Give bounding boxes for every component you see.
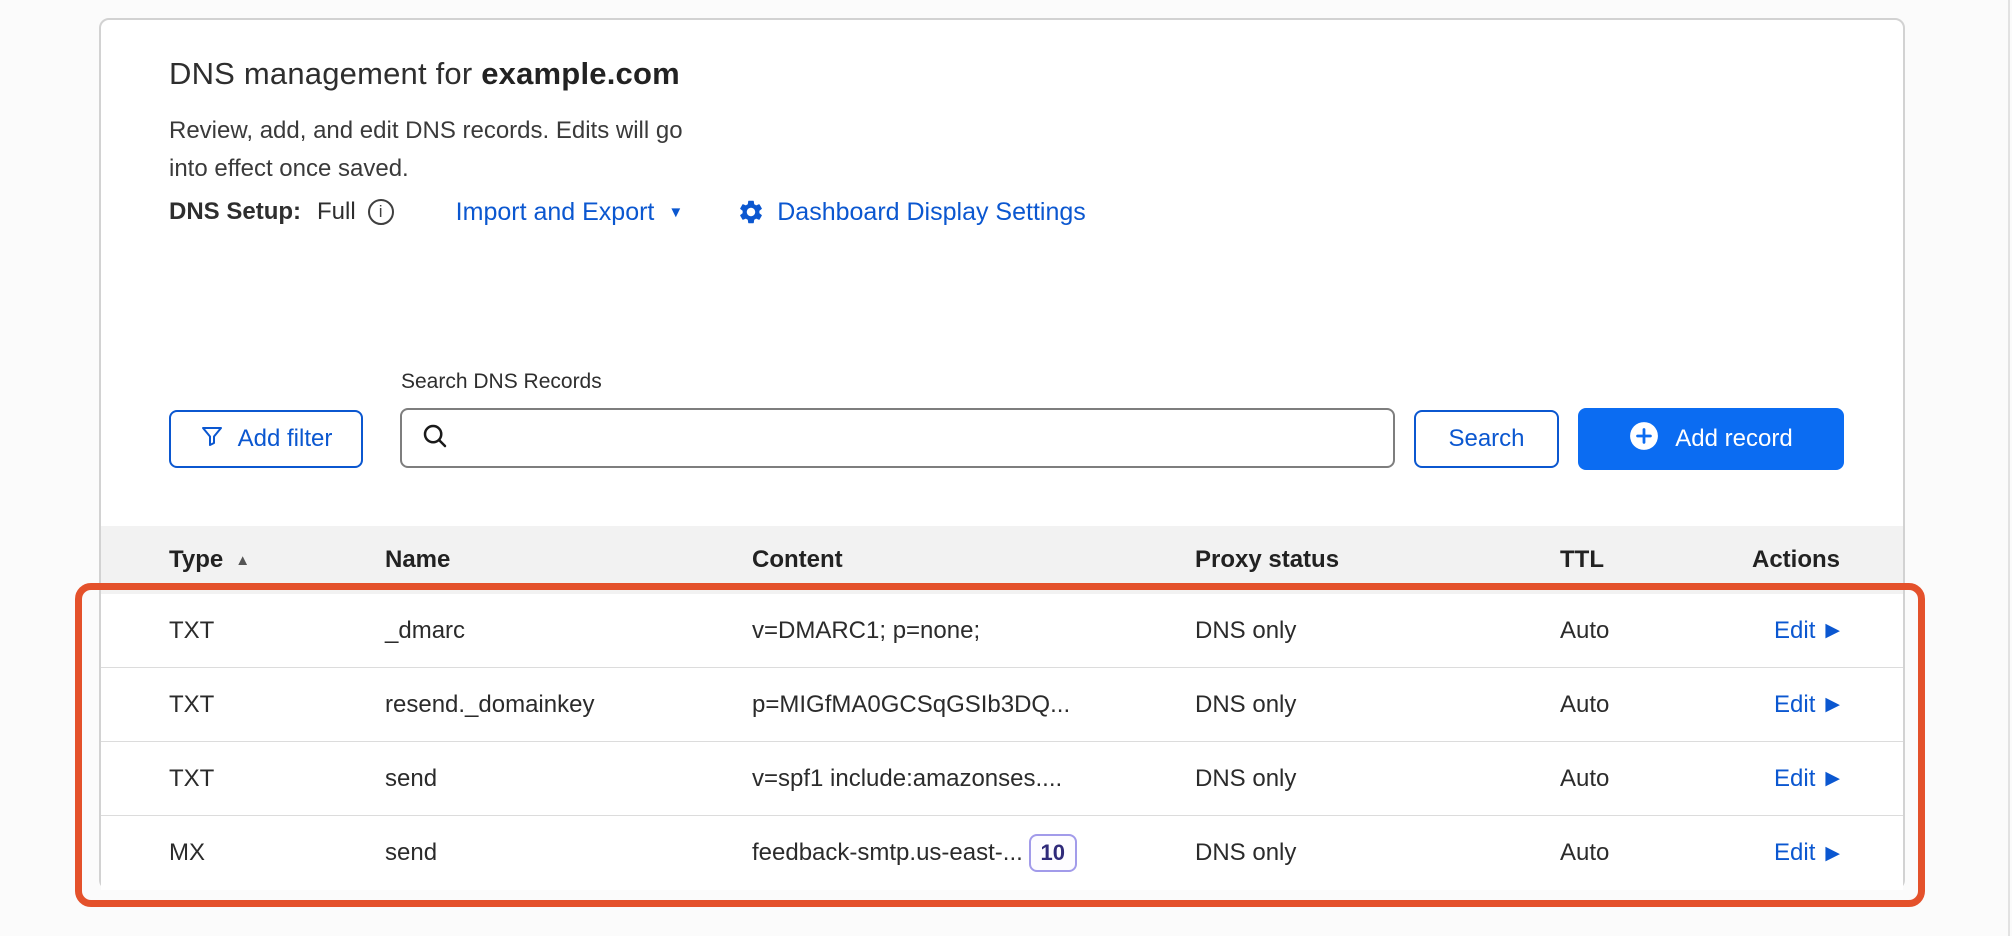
- edit-button[interactable]: Edit▶: [1774, 691, 1840, 719]
- toolbar: Add filter Search Add record: [101, 408, 1903, 472]
- dashboard-display-settings-link[interactable]: Dashboard Display Settings: [737, 198, 1086, 227]
- cell-type: TXT: [169, 617, 385, 645]
- import-export-link[interactable]: Import and Export ▼: [456, 198, 684, 227]
- cell-type: MX: [169, 839, 385, 867]
- add-record-button[interactable]: Add record: [1578, 408, 1844, 470]
- page-title-prefix: DNS management for: [169, 56, 481, 91]
- import-export-label: Import and Export: [456, 198, 655, 227]
- column-header-content[interactable]: Content: [752, 546, 1195, 574]
- edit-arrow-icon: ▶: [1825, 842, 1840, 865]
- cell-content: v=DMARC1; p=none;: [752, 617, 1195, 645]
- table-row-send-mx: MX send feedback-smtp.us-east-...10 DNS …: [101, 816, 1903, 890]
- dashboard-display-settings-label: Dashboard Display Settings: [777, 198, 1086, 227]
- plus-circle-icon: [1629, 421, 1659, 458]
- filter-funnel-icon: [200, 424, 224, 455]
- cell-type: TXT: [169, 691, 385, 719]
- cell-content: p=MIGfMA0GCSqGSIb3DQ...: [752, 691, 1195, 719]
- gear-icon: [737, 198, 765, 226]
- chevron-down-icon: ▼: [668, 204, 683, 221]
- table-row-domainkey: TXT resend._domainkey p=MIGfMA0GCSqGSIb3…: [101, 668, 1903, 742]
- cell-proxy-status: DNS only: [1195, 765, 1560, 793]
- cell-proxy-status: DNS only: [1195, 691, 1560, 719]
- add-filter-label: Add filter: [238, 425, 333, 453]
- page-subtitle: Review, add, and edit DNS records. Edits…: [169, 112, 699, 188]
- cell-content: feedback-smtp.us-east-...10: [752, 834, 1195, 872]
- column-header-ttl[interactable]: TTL: [1560, 546, 1735, 574]
- sort-asc-icon: ▲: [235, 552, 250, 569]
- info-icon[interactable]: i: [368, 199, 394, 225]
- column-header-actions: Actions: [1735, 546, 1840, 574]
- cell-ttl: Auto: [1560, 839, 1735, 867]
- edit-button[interactable]: Edit▶: [1774, 839, 1840, 867]
- search-icon: [420, 421, 450, 456]
- search-dns-records-label: Search DNS Records: [401, 370, 602, 394]
- search-input[interactable]: [462, 410, 1393, 466]
- edit-button[interactable]: Edit▶: [1774, 765, 1840, 793]
- table-body: TXT _dmarc v=DMARC1; p=none; DNS only Au…: [101, 594, 1903, 890]
- cell-content: v=spf1 include:amazonses....: [752, 765, 1195, 793]
- dns-setup-row: DNS Setup: Full i Import and Export ▼ Da…: [169, 192, 1086, 232]
- cell-name: send: [385, 839, 752, 867]
- cell-ttl: Auto: [1560, 765, 1735, 793]
- page-title: DNS management for example.com: [169, 56, 680, 92]
- domain-name: example.com: [481, 56, 680, 91]
- cell-proxy-status: DNS only: [1195, 839, 1560, 867]
- table-row-send-txt: TXT send v=spf1 include:amazonses.... DN…: [101, 742, 1903, 816]
- column-header-type[interactable]: Type▲: [169, 546, 385, 574]
- search-input-container: [400, 408, 1395, 468]
- dns-setup-value: Full: [317, 198, 356, 226]
- add-record-label: Add record: [1675, 425, 1792, 453]
- table-header: Type▲ Name Content Proxy status TTL Acti…: [101, 526, 1903, 594]
- search-button[interactable]: Search: [1414, 410, 1559, 468]
- mx-priority-badge: 10: [1029, 834, 1077, 872]
- dns-management-card: DNS management for example.com Review, a…: [99, 18, 1905, 890]
- add-filter-button[interactable]: Add filter: [169, 410, 363, 468]
- edit-arrow-icon: ▶: [1825, 619, 1840, 642]
- column-header-name[interactable]: Name: [385, 546, 752, 574]
- edit-arrow-icon: ▶: [1825, 767, 1840, 790]
- edit-button[interactable]: Edit▶: [1774, 617, 1840, 645]
- column-header-proxy-status[interactable]: Proxy status: [1195, 546, 1560, 574]
- dns-setup-label: DNS Setup:: [169, 198, 301, 226]
- table-row-dmarc: TXT _dmarc v=DMARC1; p=none; DNS only Au…: [101, 594, 1903, 668]
- cell-ttl: Auto: [1560, 617, 1735, 645]
- cell-type: TXT: [169, 765, 385, 793]
- cell-name: send: [385, 765, 752, 793]
- cell-name: _dmarc: [385, 617, 752, 645]
- edit-arrow-icon: ▶: [1825, 693, 1840, 716]
- cell-name: resend._domainkey: [385, 691, 752, 719]
- page-edge-divider: [2008, 0, 2010, 936]
- cell-proxy-status: DNS only: [1195, 617, 1560, 645]
- cell-ttl: Auto: [1560, 691, 1735, 719]
